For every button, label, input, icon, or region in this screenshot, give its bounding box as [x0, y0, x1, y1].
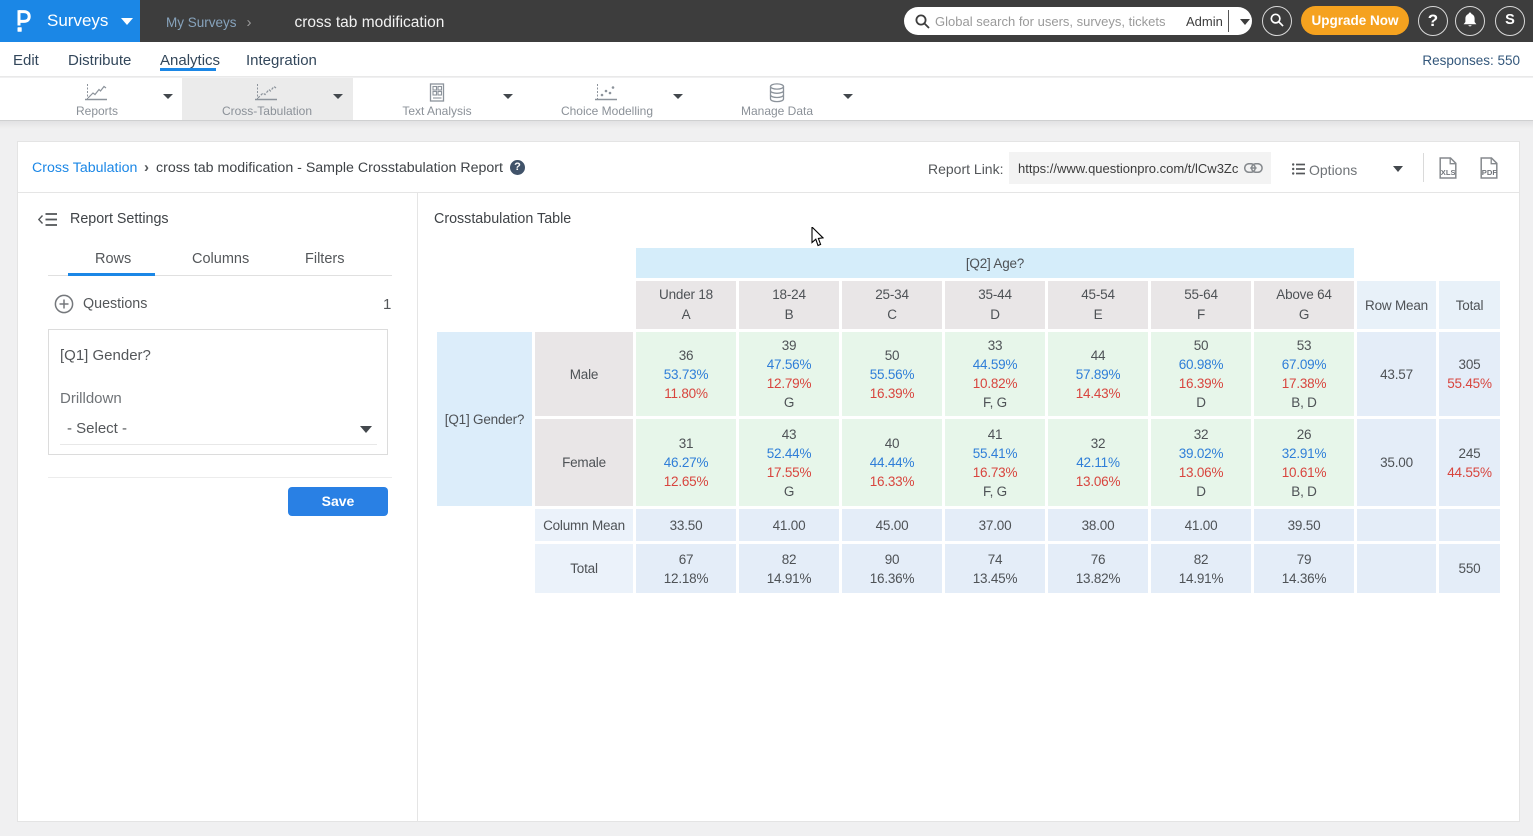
- svg-text:XLS: XLS: [1441, 168, 1456, 177]
- svg-text:PDF: PDF: [1482, 168, 1498, 177]
